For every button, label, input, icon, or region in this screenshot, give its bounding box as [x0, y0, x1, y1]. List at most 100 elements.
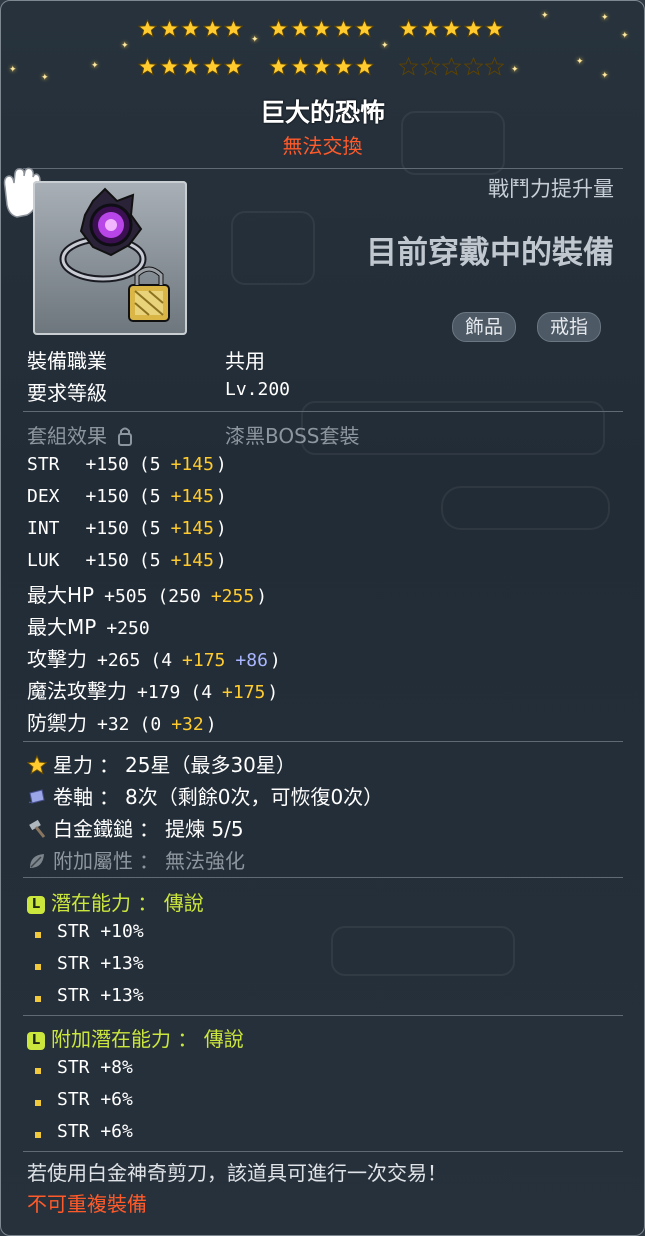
- sparkle-icon: ✦: [601, 13, 609, 23]
- potential-line: STR +8%: [57, 1057, 133, 1078]
- star-filled-icon: [332, 18, 354, 38]
- stat-total: +179: [137, 682, 181, 703]
- divider: [23, 168, 623, 169]
- stat-row: 攻擊力 +265 (4 +175 +86): [27, 643, 281, 672]
- enhancement-label: 白金鐵鎚: [53, 817, 133, 841]
- footer-warning: 不可重複裝備: [27, 1192, 147, 1216]
- background-pattern: [331, 926, 515, 976]
- star-filled-icon: [158, 56, 180, 76]
- stat-total: +505: [104, 586, 148, 607]
- stat-close: ): [215, 454, 227, 475]
- background-pattern: [441, 486, 610, 530]
- enhancement-sep: ：: [99, 785, 119, 809]
- stat-total: +250: [106, 618, 150, 639]
- stat-close: ): [215, 550, 227, 571]
- star-empty-icon: [484, 56, 505, 76]
- stat-total: +150: [85, 486, 129, 507]
- sparkle-icon: ✦: [621, 31, 629, 41]
- bullet-icon: [35, 1068, 41, 1074]
- additional-potential-grade: 傳說: [203, 1027, 244, 1051]
- enhancement-row: 附加屬性：無法強化: [27, 845, 245, 876]
- level-value: Lv.200: [225, 379, 291, 400]
- sparkle-icon: ✦: [601, 71, 609, 81]
- job-label: 裝備職業: [27, 349, 107, 373]
- stat-bonus: +145: [170, 486, 214, 507]
- sparkle-icon: ✦: [251, 35, 259, 45]
- divider: [23, 1015, 623, 1016]
- additional-potential-header: L 附加潛在能力 ： 傳說: [27, 1023, 244, 1052]
- stat-total: +150: [85, 518, 129, 539]
- hammer-icon: [27, 819, 47, 844]
- trade-status: 無法交換: [282, 134, 363, 158]
- tag-type: 戒指: [537, 312, 602, 342]
- enhancement-sep: ：: [99, 753, 119, 777]
- divider: [23, 1151, 623, 1152]
- stat-bonus: +145: [170, 518, 214, 539]
- potential-label: 潛在能力: [51, 891, 131, 915]
- stat-base: (5: [138, 550, 161, 571]
- stat-close: ): [256, 586, 268, 607]
- stat-bonus: +32: [171, 714, 204, 735]
- footer-note: 若使用白金神奇剪刀，該道具可進行一次交易！: [27, 1161, 447, 1185]
- additional-potential-sep: ：: [177, 1027, 198, 1051]
- stat-extra: +86: [235, 650, 268, 671]
- stat-close: ): [205, 714, 217, 735]
- star-filled-icon: [180, 56, 201, 76]
- star-empty-icon: [419, 56, 441, 76]
- legendary-badge-icon: L: [27, 896, 45, 914]
- starforce-row-1: [1, 18, 644, 49]
- star-filled-icon: [268, 56, 289, 76]
- stat-bonus: +255: [210, 586, 255, 607]
- star-filled-icon: [137, 56, 158, 76]
- stat-name: STR: [27, 454, 60, 475]
- job-row: 裝備職業 共用: [27, 345, 265, 374]
- star-filled-icon: [311, 18, 332, 38]
- star-filled-icon: [484, 18, 505, 38]
- divider: [23, 411, 623, 412]
- enhancement-sep: ：: [139, 817, 159, 841]
- stat-name: 攻擊力: [27, 647, 87, 671]
- star-icon: [26, 754, 48, 780]
- stat-name: 魔法攻擊力: [27, 679, 127, 703]
- lock-icon[interactable]: [117, 426, 133, 446]
- sparkle-icon: ✦: [91, 61, 99, 71]
- enhancement-sep: ：: [139, 849, 159, 873]
- bullet-icon: [35, 964, 41, 970]
- legendary-badge-icon: L: [27, 1032, 45, 1050]
- enhancement-row: 卷軸： 8次（剩餘0次，可恢復0次）: [27, 781, 383, 812]
- potential-line: STR +13%: [57, 953, 144, 974]
- stat-total: +265: [97, 650, 141, 671]
- combat-power-label: 戰鬥力提升量: [488, 177, 614, 201]
- set-effect-value: 漆黑BOSS套裝: [225, 424, 360, 448]
- scroll-icon: [27, 787, 47, 812]
- level-row: 要求等級 Lv.200: [27, 377, 290, 406]
- star-filled-icon: [268, 18, 289, 38]
- enhancement-row: 星力： 25星（最多30星）: [26, 749, 296, 780]
- stat-bonus: +145: [170, 454, 214, 475]
- potential-line: STR +6%: [57, 1089, 133, 1110]
- sparkle-icon: ✦: [576, 57, 584, 67]
- potential-sep: ：: [137, 891, 158, 915]
- potential-line: STR +10%: [57, 921, 144, 942]
- item-name: 巨大的恐怖: [259, 98, 385, 127]
- sparkle-icon: ✦: [9, 65, 17, 75]
- star-empty-icon: [462, 56, 484, 76]
- stat-name: 最大HP: [27, 583, 95, 607]
- bullet-icon: [35, 1100, 41, 1106]
- enhancement-label: 附加屬性: [53, 849, 133, 873]
- potential-header: L 潛在能力 ： 傳說: [27, 887, 204, 916]
- star-filled-icon: [354, 56, 375, 76]
- stat-name: DEX: [27, 486, 60, 507]
- enhancement-value: 25星（最多30星）: [125, 753, 296, 777]
- stat-close: ): [267, 682, 279, 703]
- star-filled-icon: [441, 18, 462, 38]
- dark-ring-icon: [59, 187, 170, 322]
- divider: [23, 877, 623, 878]
- leaf-icon: [27, 851, 47, 876]
- bullet-icon: [35, 932, 41, 938]
- star-filled-icon: [137, 18, 158, 38]
- star-filled-icon: [223, 18, 244, 38]
- stat-total: +150: [85, 454, 129, 475]
- stat-row: 最大MP +250: [27, 611, 150, 640]
- sparkle-icon: ✦: [511, 65, 519, 75]
